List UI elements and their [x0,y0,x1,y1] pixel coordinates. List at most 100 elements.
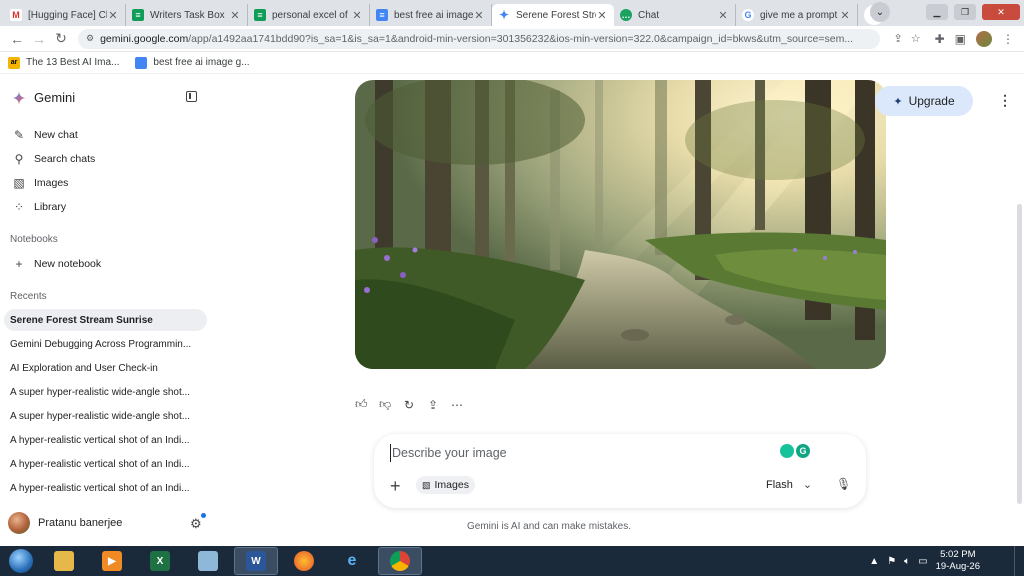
recent-chat-item[interactable]: A super hyper-realistic wide-angle shot.… [4,381,207,403]
recent-chat-item[interactable]: AI Exploration and User Check-in [4,357,207,379]
bookmark-item[interactable]: best free ai image g... [135,56,250,69]
start-button[interactable] [4,547,38,575]
tab-close-icon[interactable]: ✕ [717,9,729,22]
browser-tab[interactable]: G give me a prompt ✕ [736,4,858,26]
taskbar-app[interactable]: e [330,547,374,575]
taskbar-app[interactable]: ▶ [90,547,134,575]
grammarly-widget[interactable]: G [780,444,810,458]
side-panel-icon[interactable]: ▣ [955,32,966,46]
extensions-icon[interactable]: ✚ [935,32,945,46]
user-account[interactable]: Pratanu banerjee [8,512,122,534]
upgrade-label: Upgrade [908,94,955,108]
notebooks-heading: Notebooks [10,234,58,245]
prompt-input[interactable] [390,444,770,462]
browser-tab[interactable]: ≡ best free ai image ✕ [370,4,492,26]
browser-menu-icon[interactable]: ⋮ [1002,32,1014,46]
chrome-icon [390,551,410,571]
taskbar-app[interactable] [282,547,326,575]
recent-chat-item[interactable]: A hyper-realistic vertical shot of an In… [4,453,207,475]
grammarly-bulb-icon [780,444,794,458]
forward-arrow-icon[interactable]: → [28,28,50,50]
taskbar-app[interactable] [42,547,86,575]
back-arrow-icon[interactable]: ← [6,28,28,50]
tab-close-icon[interactable]: ✕ [107,9,119,22]
windows-taskbar: ▶ X W e ▲ ⚑ 🔈︎ ▭ 5:02 PM 19-Aug-26 [0,546,1024,576]
recent-chat-item[interactable]: A super hyper-realistic wide-angle shot.… [4,405,207,427]
notepad-icon [198,551,218,571]
tab-close-icon[interactable]: ✕ [839,9,851,22]
address-bar-row: ← → ↻ ⚙ gemini.google.com /app/a1492aa17… [0,26,1024,52]
sidebar-item-label: Library [34,201,67,213]
model-selector[interactable]: Flash ⌄ [766,478,812,492]
sidebar-item-new-chat[interactable]: ✎ New chat [12,127,78,143]
thumbs-down-icon[interactable]: 👎︎ [379,397,391,412]
tab-title: Serene Forest Stre [516,9,596,21]
recent-chat-item[interactable]: A hyper-realistic vertical shot of an In… [4,477,207,499]
browser-tab[interactable]: ≡ personal excel of ✕ [248,4,370,26]
reload-icon[interactable]: ↻ [50,28,72,50]
scrollbar[interactable] [1017,204,1022,504]
new-notebook-button[interactable]: + New notebook [12,256,101,272]
recents-heading: Recents [10,291,47,302]
recent-chat-item[interactable]: Gemini Debugging Across Programmin... [4,333,207,355]
ie-icon: e [347,552,357,569]
regenerate-icon[interactable]: ↻ [403,398,415,412]
gemini-icon: ✦ [498,8,510,22]
bookmark-star-icon[interactable]: ☆ [911,32,921,45]
more-options-icon[interactable]: ⋮ [998,92,1012,109]
bookmark-item[interactable]: ar The 13 Best AI Ima... [8,56,119,69]
taskbar-app[interactable]: X [138,547,182,575]
site-info-icon[interactable]: ⚙ [86,33,94,44]
taskbar-app[interactable] [378,547,422,575]
url-bar[interactable]: ⚙ gemini.google.com /app/a1492aa1741bdd9… [78,28,880,49]
action-center-flag-icon[interactable]: ⚑ [887,556,896,567]
sheets-icon: ≡ [254,9,266,21]
browser-tab[interactable]: … Chat ✕ [614,4,736,26]
taskbar-app[interactable]: W [234,547,278,575]
model-label: Flash [766,478,793,491]
tab-close-icon[interactable]: ✕ [229,9,241,22]
window-close-button[interactable]: ✕ [982,4,1020,20]
windows-orb-icon [9,549,33,573]
collapse-sidebar-icon[interactable] [186,91,197,102]
taskbar-clock[interactable]: 5:02 PM 19-Aug-26 [936,549,980,573]
thumbs-up-icon[interactable]: 👍︎ [355,397,368,412]
restore-button[interactable]: ❐ [954,4,976,20]
network-icon[interactable]: ▭ [918,556,927,567]
tab-close-icon[interactable]: ✕ [351,9,363,22]
taskbar-app[interactable] [186,547,230,575]
sidebar-item-images[interactable]: ▧ Images [12,175,68,191]
profile-avatar-icon[interactable] [976,30,992,47]
edit-icon: ✎ [13,128,25,142]
show-desktop-button[interactable] [1014,546,1024,576]
browser-tab-active[interactable]: ✦ Serene Forest Stre ✕ [492,4,614,26]
generated-forest-image[interactable] [355,80,886,369]
microphone-icon[interactable]: 🎙︎ [836,477,851,491]
browser-tab[interactable]: M [Hugging Face] Cl ✕ [4,4,126,26]
sidebar-item-library[interactable]: ⁘ Library [12,199,66,215]
docs-icon [135,56,148,69]
images-tool-chip[interactable]: ▧ Images [416,476,475,494]
recent-chat-item-active[interactable]: Serene Forest Stream Sunrise [4,309,207,331]
window-controls: ⌄ ▁ ❐ ✕ [870,2,1020,22]
volume-icon[interactable]: 🔈︎ [904,556,910,567]
more-actions-icon[interactable]: ⋯ [451,398,463,412]
settings-gear-icon[interactable]: ⚙ [190,513,206,532]
upgrade-button[interactable]: ✦ Upgrade [875,86,973,116]
browser-tab[interactable]: ≡ Writers Task Box ✕ [126,4,248,26]
minimize-button[interactable]: ▁ [926,4,948,20]
tab-close-icon[interactable]: ✕ [473,9,485,22]
tab-search-chevron-icon[interactable]: ⌄ [870,2,890,22]
share-icon[interactable]: ⇪ [894,32,903,45]
gemini-brand[interactable]: Gemini [12,90,75,105]
sidebar-item-search-chats[interactable]: ⚲ Search chats [12,151,96,167]
firefox-icon [294,551,314,571]
add-attachment-button[interactable]: + [390,476,401,497]
gemini-spark-icon [12,90,26,105]
tab-title: Chat [638,9,660,21]
tray-expand-icon[interactable]: ▲ [869,556,879,567]
tab-close-icon[interactable]: ✕ [596,9,608,22]
sidebar-item-label: Search chats [34,153,96,165]
recent-chat-item[interactable]: A hyper-realistic vertical shot of an In… [4,429,207,451]
share-icon[interactable]: ⇪ [427,398,439,412]
